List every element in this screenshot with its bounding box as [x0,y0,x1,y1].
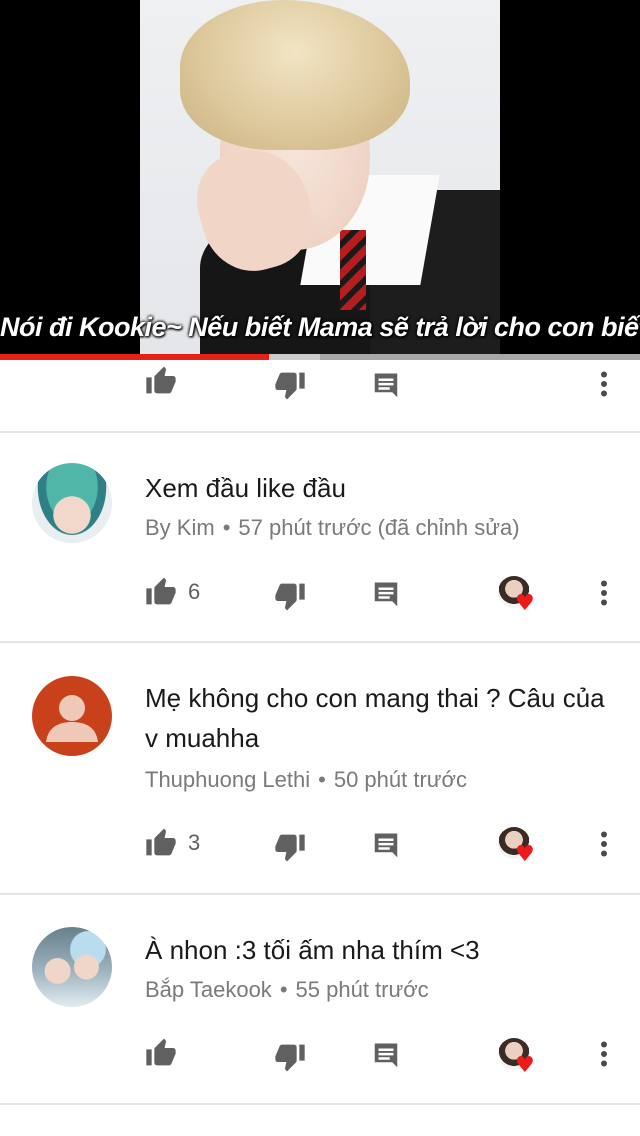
comment-icon[interactable] [368,368,404,404]
comment-icon[interactable] [368,1038,404,1074]
thumb-up-icon[interactable] [143,362,179,398]
avatar[interactable] [32,927,112,1007]
thumb-down-icon[interactable] [272,368,308,404]
avatar[interactable] [32,463,112,543]
more-vert-icon[interactable] [588,826,620,862]
comment-actions-partial [0,362,640,402]
meta-separator: • [318,767,326,792]
comment-time: 55 phút trước [295,977,429,1002]
heart-icon: ♥ [515,591,535,616]
more-vert-icon[interactable] [588,366,620,402]
meta-separator: • [279,977,288,1002]
like-count: 3 [188,830,201,855]
comment-icon[interactable] [368,828,404,864]
creator-heart-icon: ♥ [498,1038,538,1078]
comment-text: À nhon :3 tối ấm nha thím <3 [145,935,480,965]
comment-meta: By Kim • 57 phút trước (đã chỉnh sửa) [145,513,625,543]
creator-heart-icon: ♥ [498,576,538,616]
video-player[interactable]: Nói đi Kookie~ Nếu biết Mama sẽ trả lời … [0,0,640,355]
comment-author[interactable]: By Kim [145,515,215,540]
default-avatar-icon [46,695,98,742]
video-subtitle: Nói đi Kookie~ Nếu biết Mama sẽ trả lời … [0,312,640,342]
comment-author[interactable]: Thuphuong Lethi [145,767,310,792]
video-progress-played [0,354,269,360]
comment-meta: Thuphuong Lethi • 50 phút trước [145,765,625,795]
video-frame [140,0,500,355]
creator-heart-icon: ♥ [498,827,538,867]
comment-item: Xem đầu like đầu By Kim • 57 phút trước (đ… [0,433,640,641]
thumb-up-icon[interactable] [143,573,179,609]
video-person-hair [180,0,410,150]
comment-meta: Bắp Taekook • 55 phút trước [145,975,625,1005]
thumb-up-icon[interactable] [143,824,179,860]
comment-time: 50 phút trước [333,767,467,792]
comment-text: Xem đầu like đầu [145,473,346,503]
meta-separator: • [222,515,231,540]
thumb-down-icon[interactable] [272,1040,308,1076]
video-progress-bar[interactable] [0,354,640,360]
comment-item: À nhon :3 tối ấm nha thím <3 Bắp Taekook… [0,895,640,1103]
like-count: 6 [188,579,201,604]
comment-divider [0,1103,640,1105]
heart-icon: ♥ [515,842,535,867]
comment-item: Mẹ không cho con mang thai ? Câu của v m… [0,643,640,893]
avatar[interactable] [32,676,112,756]
thumb-down-icon[interactable] [272,830,308,866]
comment-text: Mẹ không cho con mang thai ? Câu của v m… [145,683,605,753]
thumb-up-icon[interactable] [143,1034,179,1070]
thumb-down-icon[interactable] [272,579,308,615]
comment-time: 57 phút trước (đã chỉnh sửa) [238,515,520,540]
comment-icon[interactable] [368,577,404,613]
more-vert-icon[interactable] [588,1036,620,1072]
heart-icon: ♥ [515,1053,535,1078]
video-person-tie [340,230,366,310]
comment-author[interactable]: Bắp Taekook [145,977,272,1002]
more-vert-icon[interactable] [588,575,620,611]
